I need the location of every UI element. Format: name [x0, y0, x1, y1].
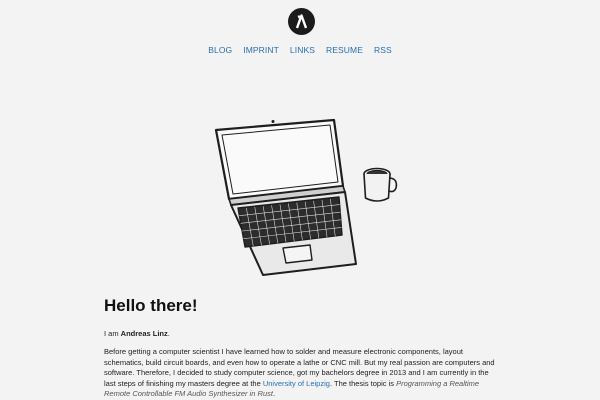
nav-link-links[interactable]: LINKS	[290, 45, 315, 55]
university-link[interactable]: University of Leipzig	[263, 379, 330, 388]
intro-suffix: .	[167, 329, 170, 338]
nav-link-resume[interactable]: RESUME	[326, 45, 363, 55]
page-title: Hello there!	[104, 296, 198, 315]
site-logo[interactable]	[288, 8, 315, 35]
nav-link-blog[interactable]: BLOG	[208, 45, 232, 55]
bio-paragraph: Before getting a computer scientist I ha…	[104, 347, 498, 400]
nav-link-rss[interactable]: RSS	[374, 45, 392, 55]
intro-paragraph: I am Andreas Linz.	[104, 329, 170, 338]
laptop-illustration	[214, 118, 398, 276]
author-name: Andreas Linz	[120, 329, 168, 338]
coffee-mug	[363, 167, 398, 202]
nav-link-imprint[interactable]: IMPRINT	[243, 45, 279, 55]
intro-prefix: I am	[104, 329, 121, 338]
bio-text-3: .	[272, 389, 276, 399]
laptop-touchpad	[282, 244, 313, 264]
main-nav: BLOG IMPRINT LINKS RESUME RSS	[0, 45, 600, 55]
bio-text-2: . The thesis topic is	[329, 378, 397, 388]
lambda-logo-icon	[295, 14, 308, 29]
laptop-screen	[214, 118, 345, 201]
